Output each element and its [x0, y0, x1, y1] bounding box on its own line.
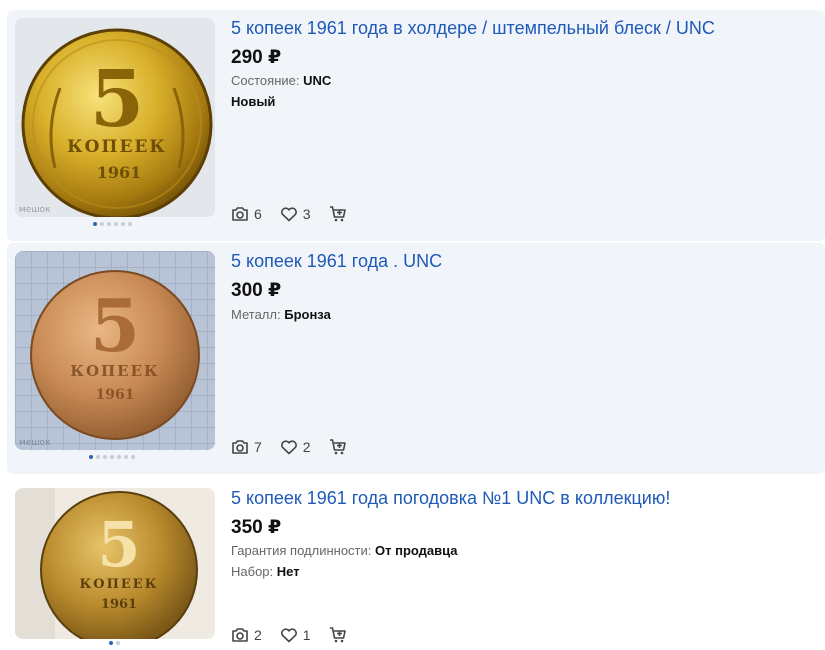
- camera-icon: [231, 627, 249, 643]
- carousel-dot[interactable]: [89, 455, 93, 459]
- attribute-label: Состояние:: [231, 73, 300, 88]
- listing-price: 300 ₽: [231, 280, 282, 301]
- photo-count[interactable]: 6: [231, 206, 262, 222]
- carousel-dot[interactable]: [114, 222, 118, 226]
- add-to-cart-icon: [329, 626, 347, 644]
- like-count-value: 3: [302, 206, 311, 222]
- carousel-dot[interactable]: [131, 455, 135, 459]
- attribute-set: Набор: Нет: [231, 564, 300, 579]
- attribute-value: Нет: [276, 564, 300, 579]
- listing-photo[interactable]: 5 КОПЕЕК 1961 мешок: [15, 251, 215, 450]
- carousel-dot[interactable]: [107, 222, 111, 226]
- carousel-dot[interactable]: [121, 222, 125, 226]
- attribute-value: Бронза: [284, 307, 331, 322]
- camera-icon: [231, 439, 249, 455]
- attribute-condition: Состояние: UNC: [231, 73, 331, 88]
- coin-word: КОПЕЕК: [70, 362, 159, 380]
- add-to-cart-icon: [329, 205, 347, 223]
- listing-card[interactable]: 5 КОПЕЕК 1961 мешок 5 копеек 1961 года в…: [7, 10, 825, 241]
- attribute-label: Гарантия подлинности:: [231, 543, 372, 558]
- attribute-label: Набор:: [231, 564, 274, 579]
- photo-count[interactable]: 7: [231, 439, 262, 455]
- listing-stats: 6 3: [231, 205, 365, 223]
- coin-denomination: 5: [90, 54, 144, 145]
- attribute-value: От продавца: [375, 543, 458, 558]
- carousel-dot[interactable]: [109, 641, 113, 645]
- coin-year: 1961: [101, 597, 137, 612]
- like-count-value: 2: [302, 439, 311, 455]
- like-button[interactable]: 1: [280, 627, 311, 643]
- carousel-dot[interactable]: [110, 455, 114, 459]
- add-to-cart-icon: [329, 438, 347, 456]
- attribute-label: Металл:: [231, 307, 281, 322]
- heart-icon: [280, 439, 298, 455]
- listing-card[interactable]: 5 КОПЕЕК 1961 5 копеек 1961 года погодов…: [7, 478, 825, 650]
- photo-carousel-dots[interactable]: [109, 641, 120, 645]
- listing-title-link[interactable]: 5 копеек 1961 года в холдере / штемпельн…: [231, 18, 715, 39]
- photo-count[interactable]: 2: [231, 627, 262, 643]
- coin-word: КОПЕЕК: [79, 577, 158, 592]
- like-button[interactable]: 3: [280, 206, 311, 222]
- coin-denomination: 5: [90, 283, 140, 368]
- add-to-cart-button[interactable]: [329, 438, 347, 456]
- listing-list: 5 КОПЕЕК 1961 мешок 5 копеек 1961 года в…: [0, 0, 825, 650]
- like-count-value: 1: [302, 627, 311, 643]
- carousel-dot[interactable]: [117, 455, 121, 459]
- attribute-value: UNC: [303, 73, 332, 88]
- photo-count-value: 7: [254, 439, 262, 455]
- photo-count-value: 6: [254, 206, 262, 222]
- listing-price: 290 ₽: [231, 47, 282, 68]
- camera-icon: [231, 206, 249, 222]
- coin-word: КОПЕЕК: [67, 137, 167, 157]
- heart-icon: [280, 206, 298, 222]
- carousel-dot[interactable]: [93, 222, 97, 226]
- carousel-dot[interactable]: [100, 222, 104, 226]
- like-button[interactable]: 2: [280, 439, 311, 455]
- attribute-new: Новый: [231, 94, 276, 109]
- listing-price: 350 ₽: [231, 517, 282, 538]
- heart-icon: [280, 627, 298, 643]
- coin-denomination: 5: [97, 508, 140, 581]
- attribute-metal: Металл: Бронза: [231, 307, 331, 322]
- listing-title-link[interactable]: 5 копеек 1961 года погодовка №1 UNC в ко…: [231, 488, 670, 509]
- attribute-authenticity: Гарантия подлинности: От продавца: [231, 543, 458, 558]
- listing-card[interactable]: 5 КОПЕЕК 1961 мешок 5 копеек 1961 года .…: [7, 243, 825, 474]
- carousel-dot[interactable]: [116, 641, 120, 645]
- carousel-dot[interactable]: [96, 455, 100, 459]
- photo-count-value: 2: [254, 627, 262, 643]
- listing-stats: 2 1: [231, 626, 365, 644]
- listing-photo[interactable]: 5 КОПЕЕК 1961 мешок: [15, 18, 215, 217]
- carousel-dot[interactable]: [128, 222, 132, 226]
- listing-title-link[interactable]: 5 копеек 1961 года . UNC: [231, 251, 442, 272]
- photo-carousel-dots[interactable]: [93, 222, 132, 226]
- carousel-dot[interactable]: [124, 455, 128, 459]
- watermark: мешок: [19, 438, 51, 448]
- coin-year: 1961: [96, 387, 135, 403]
- listing-photo[interactable]: 5 КОПЕЕК 1961: [15, 488, 215, 639]
- coin-year: 1961: [97, 163, 142, 182]
- carousel-dot[interactable]: [103, 455, 107, 459]
- listing-stats: 7 2: [231, 438, 365, 456]
- add-to-cart-button[interactable]: [329, 626, 347, 644]
- add-to-cart-button[interactable]: [329, 205, 347, 223]
- watermark: мешок: [19, 205, 51, 215]
- photo-carousel-dots[interactable]: [89, 455, 135, 459]
